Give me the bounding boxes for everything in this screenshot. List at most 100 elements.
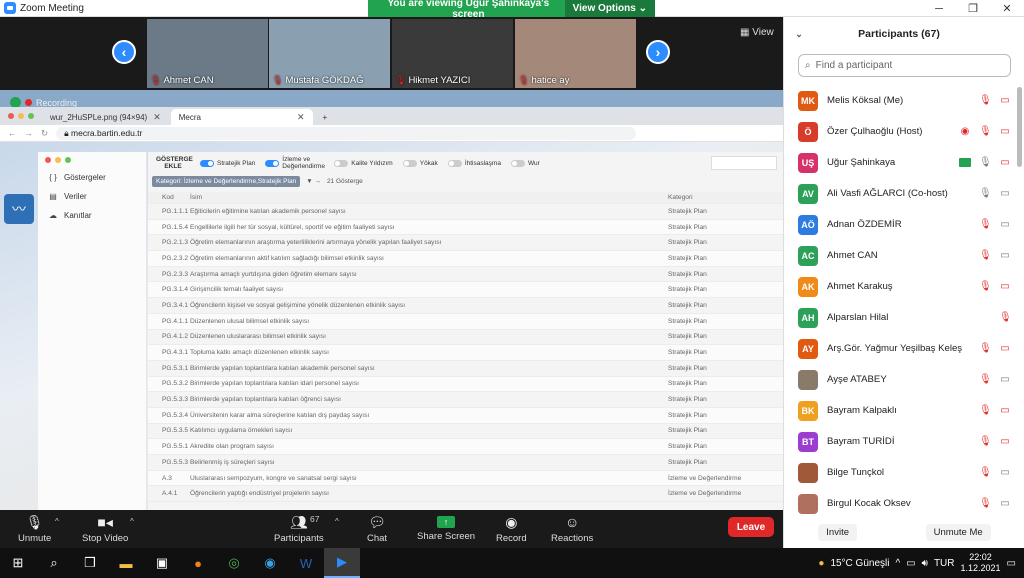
table-row[interactable]: PG.5.3.5 Katılımcı uygulama örnekleri say… [148,424,783,440]
participant-row[interactable]: Ö Özer Çulhaoğlu (Host) ◉ 🎙︎ ▭ [784,116,1017,147]
file-explorer-icon[interactable]: ▬ [108,548,144,578]
category-toggle[interactable]: Stratejik Plan [200,156,255,170]
next-page-button[interactable]: › [646,40,670,64]
view-button[interactable]: ▦ View [740,27,774,38]
category-toggle[interactable]: Wur [510,156,540,170]
toggle-switch[interactable] [200,159,214,167]
participant-row[interactable]: AV Ali Vasfi AĞLARCI (Co-host) 🎙︎ ▭ [784,178,1017,209]
video-tile[interactable]: 🎙︎ Mustafa GÖKDAĞ [269,19,390,88]
unmute-me-button[interactable]: Unmute Me [925,524,991,541]
table-row[interactable]: PG.5.5.1 Akredite olan program sayısı Stra… [148,439,783,455]
table-row[interactable]: PG.4.1.1 Düzenlenen ulusal bilimsel etkin… [148,313,783,330]
video-tile[interactable]: 🎙︎ hatice ay [515,19,636,88]
sidebar-item[interactable]: ☁ Kanıtlar [38,206,146,225]
chevron-down-icon[interactable]: ⌄ [784,29,814,40]
word-icon[interactable]: W [288,548,324,578]
table-row[interactable]: PG.5.3.2 Birimlerde yapılan toplantılara … [148,376,783,393]
table-search-input[interactable] [711,156,777,170]
network-icon[interactable]: ▭ [906,558,915,569]
category-toggle[interactable]: İhtisaslaşma [447,156,501,170]
video-options-caret-icon[interactable]: ^ [130,517,134,526]
table-row[interactable]: PG.2.1.3 Öğretim elemanlarının araştırma … [148,235,783,252]
search-icon[interactable]: ⌕ [36,548,72,578]
table-row[interactable]: A.3 Uluslararası sempozyum, kongre ve san… [148,470,783,487]
table-row[interactable]: PG.5.3.1 Birimlerde yapılan toplantılara … [148,361,783,377]
prev-page-button[interactable]: ‹ [112,40,136,64]
close-tab-icon[interactable]: ✕ [153,112,161,123]
stop-video-button[interactable]: ■◂ Stop Video [82,514,128,544]
share-screen-button[interactable]: ↑ Share Screen [417,514,475,542]
participant-row[interactable]: BT Bayram TURİDİ 🎙︎ ▭ [784,426,1017,457]
participant-row[interactable]: AÖ Adnan ÖZDEMİR 🎙︎ ▭ [784,209,1017,240]
participant-row[interactable]: AH Alparslan Hilal 🎙︎ [784,302,1017,333]
col-isim[interactable]: İsim [190,194,668,201]
leave-button[interactable]: Leave [728,517,774,537]
participant-row[interactable]: BK Bayram Kalpaklı 🎙︎ ▭ [784,395,1017,426]
weather-label[interactable]: 15°C Güneşli [830,558,889,569]
zoom-taskbar-icon[interactable]: ▶ [324,548,360,578]
chat-button[interactable]: 💬︎ Chat [367,514,387,544]
table-row[interactable]: PG.5.3.4 Üniversitenin karar alma süreçle… [148,407,783,424]
browser-tab-image[interactable]: wur_2HuSPLe.png (94×94) ✕ [42,109,169,125]
participant-scrollbar[interactable] [1017,87,1022,167]
clock[interactable]: 22:02 1.12.2021 [961,552,1001,574]
add-indicator-button[interactable]: GÖSTERGE EKLE [156,156,193,170]
table-row[interactable]: PG.4.1.2 Düzenlenen uluslararası bilimsel… [148,330,783,346]
browser-tab-mecra[interactable]: Mecra ✕ [170,109,313,125]
table-row[interactable]: PG.3.1.4 Girişimcilik temalı faaliyet say… [148,282,783,299]
firefox-icon[interactable]: ● [180,548,216,578]
participant-row[interactable]: UŞ Uğur Şahinkaya 🎙︎ ▭ [784,147,1017,178]
minimize-icon[interactable]: ─ [922,0,956,17]
table-row[interactable]: A.4.1 Öğrencilerin yaptığı endüstriyel pr… [148,486,783,503]
col-kategori[interactable]: Kategori [668,194,778,201]
video-tile[interactable]: 🎙︎ Ahmet CAN [147,19,268,88]
toggle-switch[interactable] [447,159,462,167]
table-row[interactable]: PG.1.1.1 Eğiticilerin eğitimine katılan a… [148,204,783,220]
url-field[interactable]: 🔒︎ mecra.bartin.edu.tr [56,126,637,140]
unmute-button[interactable]: 🎙︎ Unmute [18,514,51,544]
category-filter-chip[interactable]: Kategori: İzleme ve Değerlendirme,Strate… [152,175,301,187]
invite-button[interactable]: Invite [818,524,857,541]
participant-row[interactable]: AY Arş.Gör. Yağmur Yeşilbaş Keleş 🎙︎ ▭ [784,333,1017,364]
store-icon[interactable]: ▣ [144,548,180,578]
table-row[interactable]: PG.5.3.3 Birimlerde yapılan toplantılara … [148,392,783,408]
participant-search-input[interactable]: ⌕ Find a participant [798,54,1011,77]
toggle-switch[interactable] [334,159,349,167]
audio-options-caret-icon[interactable]: ^ [55,517,59,526]
toggle-switch[interactable] [265,159,280,167]
participant-row[interactable]: AC Ahmet CAN 🎙︎ ▭ [784,240,1017,271]
forward-icon[interactable]: → [25,128,34,139]
toggle-switch[interactable] [402,159,417,167]
col-kod[interactable]: Kod [148,194,190,201]
reload-icon[interactable]: ↻ [41,128,48,139]
table-row[interactable]: PG.1.5.4 Engellilerle ilgili her tür sosy… [148,219,783,236]
table-row[interactable]: PG.2.3.3 Araştırma amaçlı yurtdışına gide… [148,267,783,283]
participant-row[interactable]: MK Melis Köksal (Me) 🎙︎ ▭ [784,85,1017,116]
table-row[interactable]: PG.5.5.3 Belirlenmiş iş süreçleri sayısı S… [148,455,783,471]
participant-row[interactable]: Birgul Kocak Oksev 🎙︎ ▭ [784,488,1017,519]
tray-chevron-icon[interactable]: ^ [895,558,900,569]
participant-row[interactable]: Ayşe ATABEY 🎙︎ ▭ [784,364,1017,395]
category-toggle[interactable]: Yökak [402,156,438,170]
toggle-switch[interactable] [510,159,525,167]
sidebar-item[interactable]: { } Göstergeler [38,168,146,187]
category-toggle[interactable]: Kalite Yıldızım [334,156,393,170]
table-row[interactable]: PG.3.4.1 Öğrencilerin kişisel ve sosyal g… [148,298,783,314]
sidebar-item[interactable]: ▤ Veriler [38,187,146,206]
language-icon[interactable]: TUR [934,558,955,569]
table-row[interactable]: PG.4.3.1 Topluma katkı amaçlı düzenlenen … [148,345,783,361]
back-icon[interactable]: ← [8,128,17,139]
chrome-icon[interactable]: ◎ [216,548,252,578]
windows-start-icon[interactable]: ⊞ [0,548,36,578]
filter-icon[interactable]: ▼ → [306,178,321,185]
table-row[interactable]: PG.2.3.2 Öğretim elemanlarının aktif katı… [148,251,783,267]
close-tab-icon[interactable]: ✕ [297,112,305,123]
category-toggle[interactable]: İzleme ve Değerlendirme [265,156,325,170]
volume-icon[interactable]: 🔊︎ [922,558,928,569]
video-tile[interactable]: 🎙︎ Hikmet YAZICI [392,19,513,88]
restore-icon[interactable]: ❐ [956,0,990,17]
task-view-icon[interactable]: ❒ [72,548,108,578]
view-options-button[interactable]: View Options ⌄ [564,0,655,17]
notifications-icon[interactable]: ▭ [1007,558,1016,569]
participant-row[interactable]: Bilge Tunçkol 🎙︎ ▭ [784,457,1017,488]
